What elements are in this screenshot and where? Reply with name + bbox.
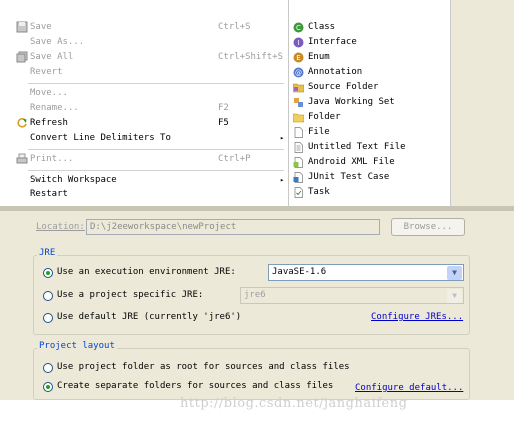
submenu-item-label: File [308,127,330,137]
use-default-jre-label: Use default JRE (currently 'jre6') [57,312,242,322]
class-icon: C [293,22,304,33]
radio-use-execution-environment[interactable] [43,268,53,278]
radio-create-separate-folders[interactable] [43,382,53,392]
menu-item-revert-label: Revert [30,67,63,77]
menu-item-move-label: Move... [30,88,68,98]
menu-item-restart[interactable]: Restart [0,187,288,201]
menu-item-rename[interactable]: Rename... F2 [0,101,288,115]
menu-item-save-all[interactable]: Save All Ctrl+Shift+S [0,50,288,64]
use-project-specific-jre-label: Use a project specific JRE: [57,290,204,300]
file-menu: Save Ctrl+S Save As... Save All Ctrl+Shi… [0,0,288,206]
chevron-down-icon[interactable]: ▼ [447,289,462,303]
annotation-icon: @ [293,67,304,78]
location-label: Location: [36,222,85,232]
menu-item-save-shortcut: Ctrl+S [218,22,251,32]
menu-separator [28,170,284,171]
browse-button-label: Browse... [403,222,453,232]
menu-item-save-as-label: Save As... [30,37,85,47]
save-all-icon [16,51,28,63]
radio-use-project-folder-as-root[interactable] [43,363,53,373]
menu-item-convert-line-delimiters[interactable]: Convert Line Delimiters To ▸ [0,131,288,145]
menu-item-rename-label: Rename... [30,103,79,113]
svg-text:@: @ [295,69,302,77]
menu-item-save-as[interactable]: Save As... [0,35,288,49]
menu-item-refresh[interactable]: Refresh F5 [0,116,288,130]
create-separate-folders-label: Create separate folders for sources and … [57,381,334,391]
menu-item-print-label: Print... [30,154,74,164]
save-icon [16,21,28,33]
dialog-top-border [0,206,514,211]
menu-item-refresh-shortcut: F5 [218,118,229,128]
project-specific-jre-value: jre6 [244,290,266,300]
configure-jres-link[interactable]: Configure JREs... [371,312,463,322]
menu-item-rename-shortcut: F2 [218,103,229,113]
task-icon [294,187,303,198]
print-icon [16,153,28,164]
menu-item-refresh-label: Refresh [30,118,68,128]
location-field-value: D:\j2eeworkspace\newProject [90,222,237,232]
menu-item-convert-label: Convert Line Delimiters To [30,133,171,143]
submenu-item-label: Java Working Set [308,97,395,107]
execution-environment-select[interactable]: JavaSE-1.6 ▼ [268,264,464,281]
new-submenu: C Class I Interface E Enum @ Annotation … [288,0,451,206]
submenu-item-label: Android XML File [308,157,395,167]
radio-use-project-specific-jre[interactable] [43,291,53,301]
menu-item-print[interactable]: Print... Ctrl+P [0,152,288,166]
svg-text:C: C [296,24,301,32]
submenu-item-label: Source Folder [308,82,379,92]
location-field[interactable]: D:\j2eeworkspace\newProject [86,219,380,235]
project-layout-group-title: Project layout [37,341,117,351]
submenu-item-label: Interface [308,37,357,47]
submenu-arrow-icon: ▸ [280,134,285,142]
source-folder-icon [293,83,304,93]
refresh-icon [17,118,27,128]
menu-item-save-all-label: Save All [30,52,74,62]
jre-group-title: JRE [37,248,58,258]
menu-item-print-shortcut: Ctrl+P [218,154,251,164]
submenu-item-label: JUnit Test Case [308,172,390,182]
use-project-folder-as-root-label: Use project folder as root for sources a… [57,362,350,372]
svg-text:I: I [297,39,299,47]
submenu-item-label: Untitled Text File [308,142,406,152]
watermark: http://blog.csdn.net/janghaifeng [180,396,408,411]
enum-icon: E [293,52,304,63]
menu-item-revert[interactable]: Revert [0,65,288,79]
folder-icon [293,113,304,123]
svg-text:E: E [296,54,300,62]
submenu-item-label: Class [308,22,336,32]
menu-separator [28,149,284,150]
junit-icon [293,172,303,183]
project-specific-jre-select[interactable]: jre6 ▼ [240,287,464,304]
menu-item-restart-label: Restart [30,189,68,199]
menu-item-save-all-shortcut: Ctrl+Shift+S [218,52,284,62]
submenu-item-label: Folder [308,112,341,122]
menu-background-panel [451,0,514,206]
file-icon [294,127,303,138]
menu-item-save-label: Save [30,22,52,32]
menu-item-move[interactable]: Move... [0,86,288,100]
chevron-down-icon[interactable]: ▼ [447,266,462,280]
menu-item-switch-workspace[interactable]: Switch Workspace ▸ [0,173,288,187]
menu-separator [28,83,284,84]
browse-button[interactable]: Browse... [391,218,465,236]
submenu-item-label: Enum [308,52,330,62]
configure-default-link[interactable]: Configure default... [355,383,463,393]
submenu-arrow-icon: ▸ [280,176,285,184]
submenu-item-label: Task [308,187,330,197]
android-xml-icon [293,157,303,168]
submenu-item-label: Annotation [308,67,363,77]
execution-environment-value: JavaSE-1.6 [272,267,327,277]
text-file-icon [294,142,303,153]
radio-use-default-jre[interactable] [43,313,53,323]
use-execution-environment-label: Use an execution environment JRE: [57,267,236,277]
menu-item-save[interactable]: Save Ctrl+S [0,20,288,34]
working-set-icon [294,98,303,107]
interface-icon: I [293,37,304,48]
menu-item-switch-workspace-label: Switch Workspace [30,175,117,185]
